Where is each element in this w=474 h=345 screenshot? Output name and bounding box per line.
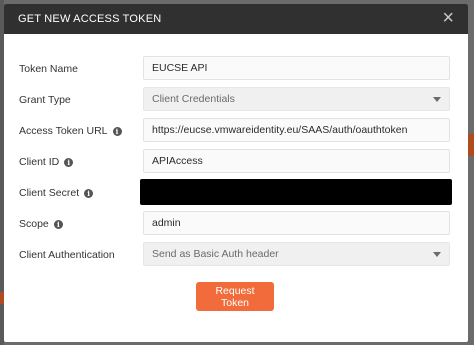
info-icon[interactable]: i	[84, 188, 94, 198]
client-id-input[interactable]: APIAccess	[143, 149, 450, 173]
client-id-label: Client ID i	[19, 149, 74, 175]
access-token-url-input[interactable]: https://eucse.vmwareidentity.eu/SAAS/aut…	[143, 118, 450, 142]
access-token-url-row: Access Token URL i https://eucse.vmwarei…	[4, 118, 468, 144]
info-icon[interactable]: i	[112, 126, 122, 136]
request-token-button[interactable]: Request Token	[196, 282, 274, 311]
token-name-label: Token Name	[19, 63, 78, 75]
scope-row: Scope i admin	[4, 211, 468, 237]
grant-type-label: Grant Type	[19, 94, 71, 106]
client-secret-input[interactable]	[140, 179, 452, 205]
scope-input[interactable]: admin	[143, 211, 450, 235]
info-icon[interactable]: i	[64, 157, 74, 167]
close-icon[interactable]: ×	[442, 8, 454, 28]
client-secret-row: Client Secret i	[4, 179, 468, 206]
token-name-input[interactable]: EUCSE API	[143, 56, 450, 80]
token-name-row: Token Name EUCSE API	[4, 56, 468, 82]
grant-type-row: Grant Type Client Credentials	[4, 87, 468, 113]
client-secret-label: Client Secret i	[19, 180, 94, 206]
chevron-down-icon	[433, 251, 441, 257]
access-token-url-label: Access Token URL i	[19, 118, 122, 144]
info-icon[interactable]: i	[53, 219, 63, 229]
access-token-modal: GET NEW ACCESS TOKEN × Token Name EUCSE …	[4, 4, 468, 342]
background-accent-right	[468, 134, 474, 156]
modal-title: GET NEW ACCESS TOKEN	[18, 13, 162, 25]
client-authentication-select[interactable]: Send as Basic Auth header	[143, 242, 450, 266]
scope-label: Scope i	[19, 211, 63, 237]
client-authentication-row: Client Authentication Send as Basic Auth…	[4, 242, 468, 268]
client-id-row: Client ID i APIAccess	[4, 149, 468, 175]
chevron-down-icon	[433, 96, 441, 102]
modal-header: GET NEW ACCESS TOKEN ×	[4, 4, 468, 34]
client-authentication-label: Client Authentication	[19, 249, 115, 261]
grant-type-select[interactable]: Client Credentials	[143, 87, 450, 111]
